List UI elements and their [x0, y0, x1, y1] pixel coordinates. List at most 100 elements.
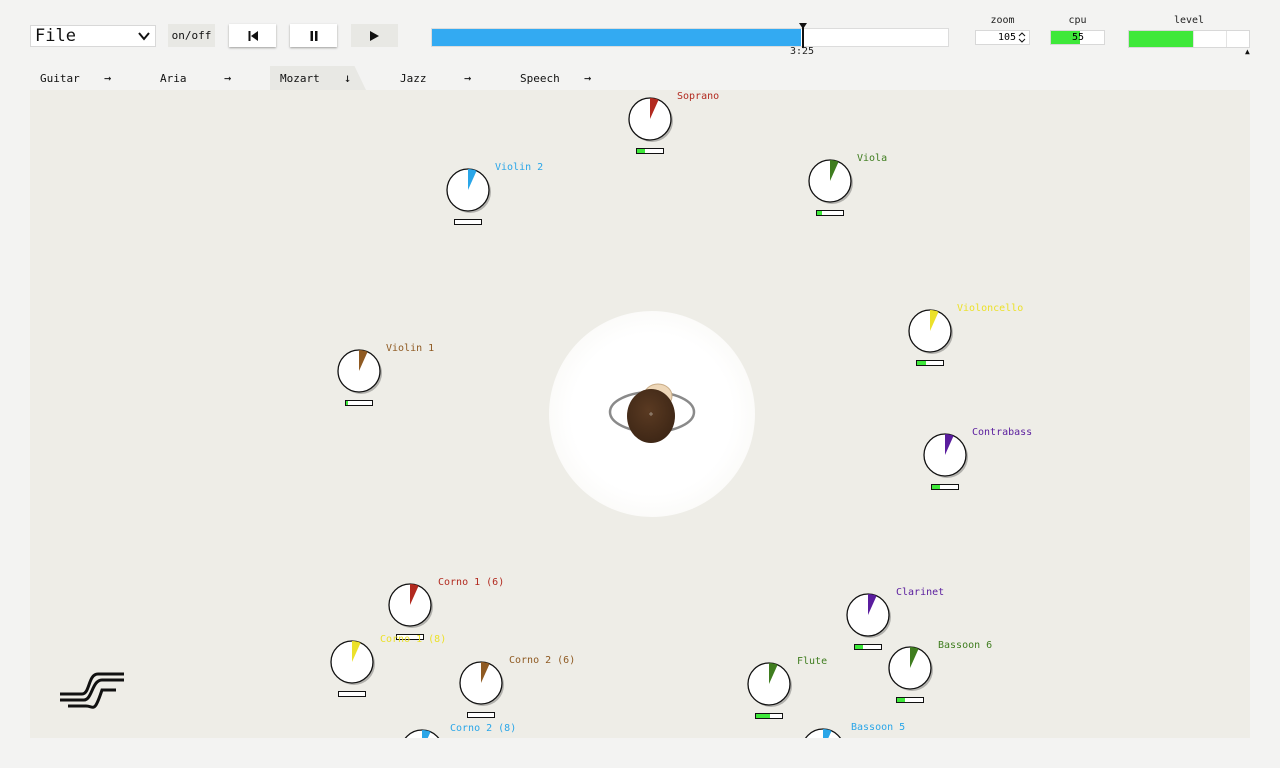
source-level-meter	[816, 210, 844, 216]
zoom-stepper[interactable]: 105	[975, 30, 1030, 45]
source-dial-icon[interactable]	[922, 432, 972, 482]
sound-source[interactable]: Corno 2 (6)	[458, 655, 575, 718]
progress-fill	[432, 29, 802, 46]
source-label: Viola	[857, 153, 888, 164]
source-label: Contrabass	[972, 427, 1033, 438]
source-level-fill	[855, 645, 863, 649]
source-dial-icon[interactable]	[907, 308, 957, 358]
cpu-meter: 55	[1050, 30, 1105, 45]
sound-source[interactable]: Clarinet	[845, 587, 944, 650]
pause-icon	[310, 30, 317, 41]
source-label: Corno 2 (8)	[450, 723, 517, 734]
level-meter	[1128, 30, 1250, 48]
source-level-fill	[897, 698, 905, 702]
source-level-meter	[896, 697, 924, 703]
source-label: Violin 1	[386, 343, 435, 354]
arrow-right-icon: →	[584, 71, 592, 85]
source-dial-icon[interactable]	[399, 728, 449, 738]
source-level-fill	[637, 149, 645, 153]
cpu-label: cpu	[1068, 15, 1087, 26]
pause-button[interactable]	[290, 24, 337, 47]
level-segment-divider	[1226, 31, 1227, 47]
app-logo-icon	[60, 672, 124, 709]
source-dial-icon[interactable]	[329, 639, 379, 689]
source-level-meter	[345, 400, 373, 406]
sound-source[interactable]: Corno 1 (6)	[387, 577, 504, 640]
source-dial-icon[interactable]	[800, 727, 850, 738]
source-dial-icon[interactable]	[746, 661, 796, 711]
sound-source[interactable]: Flute	[746, 656, 827, 719]
sound-source[interactable]: Violin 2	[445, 162, 543, 225]
source-level-meter	[454, 219, 482, 225]
arrow-right-icon: →	[464, 71, 472, 85]
stepper-arrows-icon[interactable]	[1018, 32, 1026, 43]
skip-back-icon	[248, 30, 258, 41]
source-level-meter	[636, 148, 664, 154]
sound-source[interactable]: Violoncello	[907, 303, 1023, 366]
source-level-fill	[817, 211, 823, 215]
source-label: Corno 1 (8)	[380, 634, 447, 645]
scene-tabs: Guitar → Aria → Mozart ↓ Jazz → Speech →	[30, 66, 1250, 90]
sound-source[interactable]: Violin 1	[336, 343, 434, 406]
tab-label: Mozart	[280, 71, 320, 85]
source-dial-icon[interactable]	[387, 582, 437, 632]
sound-source[interactable]: Viola	[807, 153, 887, 216]
progress-handle[interactable]	[799, 23, 807, 48]
rewind-button[interactable]	[229, 24, 276, 47]
cpu-value: 55	[1071, 32, 1084, 43]
source-dial-icon[interactable]	[845, 592, 895, 642]
source-dial-icon[interactable]	[887, 645, 937, 695]
toolbar: File on/off 3:25 zoom 105 cpu 55 level ▲	[0, 0, 1280, 64]
tab-speech[interactable]: Speech →	[510, 66, 618, 90]
arrow-down-icon: ↓	[344, 71, 352, 85]
tab-aria[interactable]: Aria →	[150, 66, 258, 90]
level-meter-fill	[1129, 31, 1193, 47]
file-dropdown[interactable]: File	[30, 25, 156, 47]
onoff-button[interactable]: on/off	[168, 24, 215, 47]
source-label: Violin 2	[495, 162, 544, 173]
zoom-label: zoom	[990, 15, 1015, 26]
source-dial-icon[interactable]	[336, 348, 386, 398]
source-dial-icon[interactable]	[458, 660, 508, 710]
source-dial-icon[interactable]	[807, 158, 857, 208]
source-level-fill	[932, 485, 940, 489]
source-label: Flute	[797, 656, 828, 667]
source-level-meter	[467, 712, 495, 718]
source-dial-icon[interactable]	[445, 167, 495, 217]
source-level-fill	[346, 401, 349, 405]
zoom-value: 105	[997, 32, 1016, 43]
source-label: Corno 2 (6)	[509, 655, 576, 666]
spatial-stage[interactable]: Soprano Violin 2 Viola Violoncello Violin 1 C…	[30, 90, 1250, 738]
source-label: Clarinet	[896, 587, 945, 598]
source-label: Corno 1 (6)	[438, 577, 505, 588]
source-level-meter	[916, 360, 944, 366]
sound-source[interactable]: Contrabass	[922, 427, 1032, 490]
source-level-fill	[917, 361, 927, 365]
playback-time: 3:25	[789, 46, 815, 57]
source-label: Violoncello	[957, 303, 1024, 314]
source-level-meter	[338, 691, 366, 697]
source-level-meter	[755, 713, 783, 719]
onoff-button-label: on/off	[171, 29, 212, 42]
source-dial-icon[interactable]	[627, 96, 677, 146]
level-label: level	[1173, 15, 1205, 26]
tab-label: Jazz	[400, 71, 427, 85]
play-icon	[370, 30, 379, 41]
source-level-meter	[931, 484, 959, 490]
file-dropdown-label: File	[35, 26, 76, 46]
listener-head-icon[interactable]	[600, 372, 704, 448]
sound-source[interactable]: Bassoon 6	[887, 640, 992, 703]
play-button[interactable]	[351, 24, 398, 47]
sound-source[interactable]: Corno 2 (8)	[399, 723, 516, 738]
sound-source[interactable]: Soprano	[627, 91, 719, 154]
chevron-down-icon	[138, 32, 150, 41]
tab-guitar[interactable]: Guitar →	[30, 66, 138, 90]
tab-jazz[interactable]: Jazz →	[390, 66, 498, 90]
tab-mozart[interactable]: Mozart ↓	[270, 66, 366, 90]
source-level-meter	[854, 644, 882, 650]
tab-label: Aria	[160, 71, 187, 85]
sound-source[interactable]: Bassoon 5	[800, 722, 905, 738]
playback-progress-bar[interactable]	[431, 23, 949, 48]
sound-source[interactable]: Corno 1 (8)	[329, 634, 446, 697]
source-label: Soprano	[677, 91, 720, 102]
